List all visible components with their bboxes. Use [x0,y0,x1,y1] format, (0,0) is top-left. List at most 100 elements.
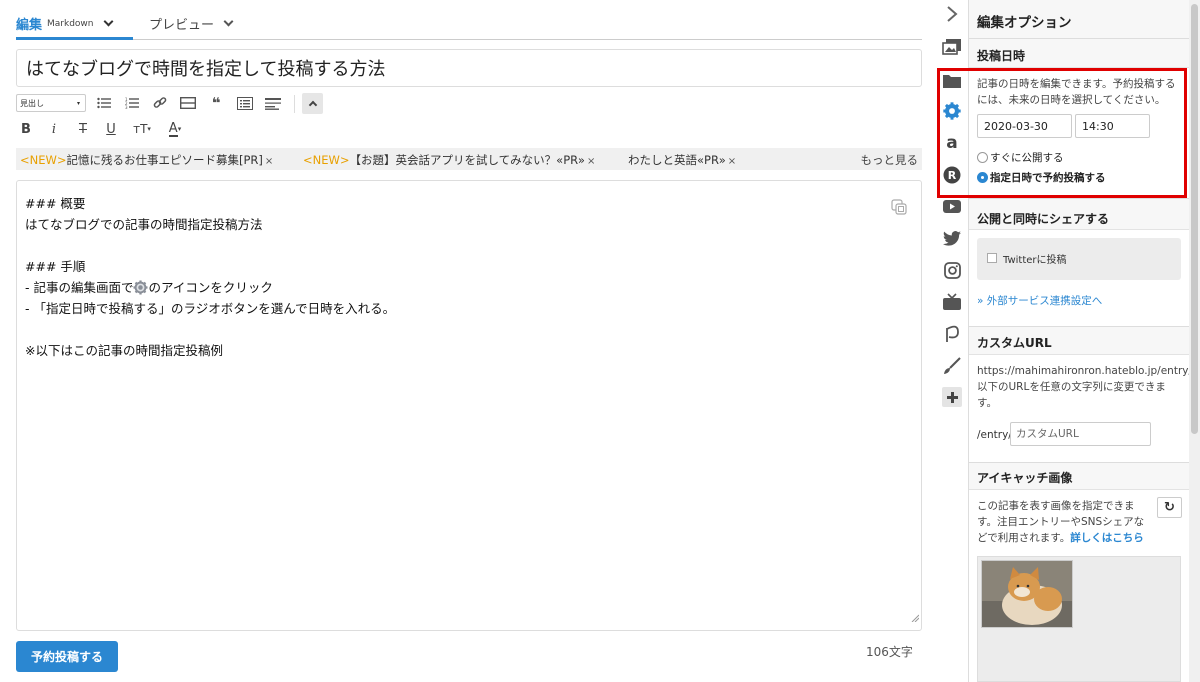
twitter-icon[interactable] [942,228,962,248]
eyecatch-description-text: どで利用されます。 [977,532,1071,544]
schedule-post-button[interactable]: 予約投稿する [16,641,118,672]
schedule-description-line: には、未来の日時を選択してください。 [977,94,1166,106]
time-input[interactable] [1075,114,1150,138]
eyecatch-description-line: どで利用されます。詳しくはこちら [977,530,1144,546]
twitter-share-box: Twitterに投稿 [977,238,1181,280]
edit-options-sidebar: 編集オプション 投稿日時 記事の日時を編集できます。予約投稿する には、未来の日… [968,0,1200,682]
numbered-list-icon[interactable]: 123 [123,94,141,112]
body-text: のアイコンをクリック [148,280,273,295]
read-more-icon[interactable] [264,94,282,112]
font-size-icon[interactable]: тT ▾ [128,120,156,138]
custom-url-description: https://mahimahironron.hateblo.jp/entry/… [977,363,1192,411]
custom-url-input[interactable] [1010,422,1151,446]
eyecatch-image-panel [977,556,1181,682]
eyecatch-thumbnail[interactable] [981,560,1073,628]
body-line: - 記事の編集画面で のアイコンをクリック [25,277,913,298]
body-blank-line [25,319,913,340]
topic-item[interactable]: <NEW>【お題】英会話アプリを試してみない？«PR» × [303,152,595,168]
share-section-title: 公開と同時にシェアする [977,212,1110,226]
eyecatch-section-title: アイキャッチ画像 [977,471,1073,485]
twitter-checkbox[interactable] [987,253,997,263]
tv-icon[interactable] [942,291,962,311]
tab-preview[interactable]: プレビュー [149,14,234,33]
bold-icon[interactable]: B [18,120,34,138]
topics-more-link[interactable]: もっと見る [861,152,919,168]
scheduled-publish-radio[interactable]: 指定日時で予約投稿する [977,170,1106,185]
italic-icon[interactable]: i [46,120,62,138]
body-blank-line [25,235,913,256]
body-line: - 「指定日時で投稿する」のラジオボタンを選んで日時を入れる。 [25,301,396,316]
date-input[interactable] [977,114,1072,138]
instagram-icon[interactable] [942,260,962,280]
font-color-icon[interactable]: A ▾ [162,120,188,138]
toolbar-divider [294,95,295,113]
topic-text: わたしと英語«PR» [628,153,726,167]
topic-text: 【お題】英会話アプリを試してみない？«PR» [349,153,585,167]
photo-icon[interactable] [942,37,962,57]
chevron-right-icon[interactable] [942,4,962,24]
quote-icon[interactable]: ❝ [207,94,225,112]
body-line: ### 概要 [25,196,86,211]
schedule-section-body: 記事の日時を編集できます。予約投稿する には、未来の日時を選択してください。 す… [969,67,1191,199]
custom-url-description-line: 以下のURLを任意の文字列に変更できま [977,381,1166,393]
link-icon[interactable] [151,94,169,112]
youtube-icon[interactable] [942,196,962,216]
tab-edit[interactable]: 編集 Markdown [16,14,113,33]
copy-icon[interactable] [891,199,907,221]
brush-icon[interactable] [942,356,962,376]
character-count: 106文字 [866,645,913,659]
publish-now-radio[interactable]: すぐに公開する [977,150,1064,165]
chevron-down-icon [103,16,113,27]
resize-handle-icon[interactable] [911,607,920,628]
chevron-up-icon [308,100,317,110]
editor-root: 編集 Markdown プレビュー 見出し ▾ 123 ❝ B i T [0,0,1200,682]
close-icon[interactable]: × [728,156,736,167]
eyecatch-description-line: この記事を表す画像を指定できま [977,500,1135,512]
folder-icon[interactable] [942,70,962,90]
custom-url-section: カスタムURL https://mahimahironron.hateblo.j… [969,326,1192,463]
twitter-checkbox-label: Twitterに投稿 [1003,255,1067,266]
refresh-button[interactable]: ↻ [1157,497,1182,518]
sidebar-title: 編集オプション [977,15,1072,31]
plus-icon[interactable] [942,387,962,407]
schedule-description-line: 記事の日時を編集できます。予約投稿する [977,78,1176,90]
table-of-contents-icon[interactable] [235,94,255,112]
heading-select[interactable]: 見出し ▾ [16,94,86,112]
custom-url-prefix: /entry/ [977,429,1012,441]
close-icon[interactable]: × [587,156,595,167]
options-icon-rail: a R [935,0,969,682]
topic-item[interactable]: わたしと英語«PR» × [628,152,736,168]
title-input[interactable] [16,49,922,87]
schedule-section: 投稿日時 記事の日時を編集できます。予約投稿する には、未来の日時を選択してくだ… [969,38,1191,199]
heading-select-value: 見出し [20,98,44,108]
body-line: はてなブログでの記事の時間指定投稿方法 [25,217,263,232]
underline-icon[interactable]: U [102,120,120,138]
tab-preview-label: プレビュー [149,18,215,33]
close-icon[interactable]: × [265,156,273,167]
tab-edit-mode: Markdown [47,18,94,29]
chevron-down-icon [223,16,234,27]
collapse-toolbar-button[interactable] [302,93,323,114]
custom-url-description-line: https://mahimahironron.hateblo.jp/entry/ [977,365,1193,377]
body-editor[interactable]: ### 概要 はてなブログでの記事の時間指定投稿方法 ### 手順 - 記事の編… [16,180,922,631]
rakuten-icon[interactable]: R [942,165,962,185]
body-line: ### 手順 [25,259,86,274]
dropdown-arrow-icon: ▾ [76,99,80,107]
bulleted-list-icon[interactable] [95,94,113,112]
sidebar-scrollbar-thumb[interactable] [1191,4,1198,434]
new-label: <NEW> [303,153,350,167]
radio-checked-icon [977,172,988,183]
amazon-icon[interactable]: a [942,133,962,153]
custom-url-section-body: https://mahimahironron.hateblo.jp/entry/… [969,354,1192,463]
external-service-link[interactable]: » 外部サービス連携設定へ [977,293,1102,308]
topic-item[interactable]: <NEW>記憶に残るお仕事エピソード募集[PR] × [20,152,273,168]
eyecatch-detail-link[interactable]: 詳しくはこちら [1070,532,1144,544]
svg-text:3: 3 [125,105,128,109]
gear-icon[interactable] [942,101,962,121]
tab-edit-label: 編集 [16,18,43,33]
strikethrough-icon[interactable]: T [74,120,92,138]
editor-tabs: 編集 Markdown プレビュー [16,8,922,40]
pixiv-icon[interactable] [942,324,962,344]
body-text: - 記事の編集画面で [25,280,134,295]
more-separator-icon[interactable] [179,94,197,112]
